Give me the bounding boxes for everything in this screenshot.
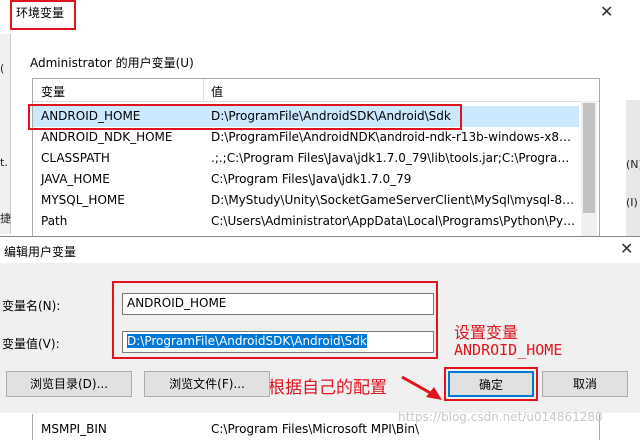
- dialog-title: 编辑用户变量: [4, 245, 77, 259]
- left-fragment: 捷: [0, 212, 11, 225]
- list-header: 变量 值: [33, 79, 599, 102]
- scrollbar-thumb[interactable]: [583, 103, 595, 213]
- right-fragment: (N): [626, 158, 640, 171]
- table-row[interactable]: Path C:\Users\Administrator\AppData\Loca…: [33, 211, 579, 232]
- row-value: C:\Program Files\Java\jdk1.7.0_79: [211, 172, 412, 186]
- variable-name-label: 变量名(N):: [2, 299, 61, 313]
- row-value: D:\ProgramFile\AndroidNDK\android-ndk-r1…: [211, 130, 577, 144]
- variable-value-label: 变量值(V):: [2, 337, 60, 351]
- row-value: D:\MyStudy\Unity\SocketGameServerClient\…: [211, 193, 577, 207]
- user-vars-list[interactable]: 变量 值 ANDROID_HOME D:\ProgramFile\Android…: [32, 78, 600, 242]
- browse-file-button[interactable]: 浏览文件(F)...: [144, 371, 270, 397]
- browse-directory-button[interactable]: 浏览目录(D)...: [6, 371, 132, 397]
- annotation-set-variable: 设置变量: [454, 323, 519, 342]
- row-name: MSMPI_BIN: [41, 422, 107, 436]
- dialog-titlebar: 编辑用户变量 ✕: [0, 237, 640, 263]
- row-value: .;.;C:\Program Files\Java\jdk1.7.0_79\li…: [211, 151, 577, 165]
- user-vars-label: Administrator 的用户变量(U): [30, 56, 194, 70]
- annotation-arrow-icon: [401, 375, 442, 400]
- highlight-box-title: [10, 0, 76, 30]
- highlight-box-fields: [112, 281, 438, 359]
- row-name: ANDROID_NDK_HOME: [41, 130, 173, 144]
- edit-variable-dialog: 编辑用户变量 ✕ 变量名(N): ANDROID_HOME 变量值(V): D:…: [0, 236, 640, 413]
- close-icon[interactable]: ✕: [620, 239, 633, 258]
- column-divider[interactable]: [203, 79, 204, 101]
- watermark: https://blog.csdn.net/u014861280: [398, 410, 603, 424]
- row-name: JAVA_HOME: [41, 172, 110, 186]
- annotation-variable-name: ANDROID_HOME: [454, 341, 563, 359]
- column-header-variable[interactable]: 变量: [41, 83, 65, 100]
- left-fragment: (: [0, 62, 5, 75]
- column-header-value[interactable]: 值: [211, 83, 223, 100]
- row-value: C:\Program Files\Microsoft MPI\Bin\: [211, 422, 420, 436]
- close-icon[interactable]: ✕: [600, 2, 613, 21]
- table-row[interactable]: CLASSPATH .;.;C:\Program Files\Java\jdk1…: [33, 148, 579, 169]
- table-row[interactable]: JAVA_HOME C:\Program Files\Java\jdk1.7.0…: [33, 169, 579, 190]
- left-fragment: t.: [0, 156, 8, 169]
- table-row[interactable]: MYSQL_HOME D:\MyStudy\Unity\SocketGameSe…: [33, 190, 579, 211]
- highlight-box-ok: [444, 367, 538, 401]
- row-name: CLASSPATH: [41, 151, 110, 165]
- highlight-box-row: [28, 104, 462, 130]
- table-row[interactable]: ANDROID_NDK_HOME D:\ProgramFile\AndroidN…: [33, 127, 579, 148]
- list-scrollbar[interactable]: [581, 101, 597, 241]
- cancel-button[interactable]: 取消: [542, 371, 628, 397]
- right-fragment: (I): [626, 196, 638, 209]
- row-name: MYSQL_HOME: [41, 193, 125, 207]
- row-name: Path: [41, 214, 68, 228]
- row-value: C:\Users\Administrator\AppData\Local\Pro…: [211, 214, 577, 228]
